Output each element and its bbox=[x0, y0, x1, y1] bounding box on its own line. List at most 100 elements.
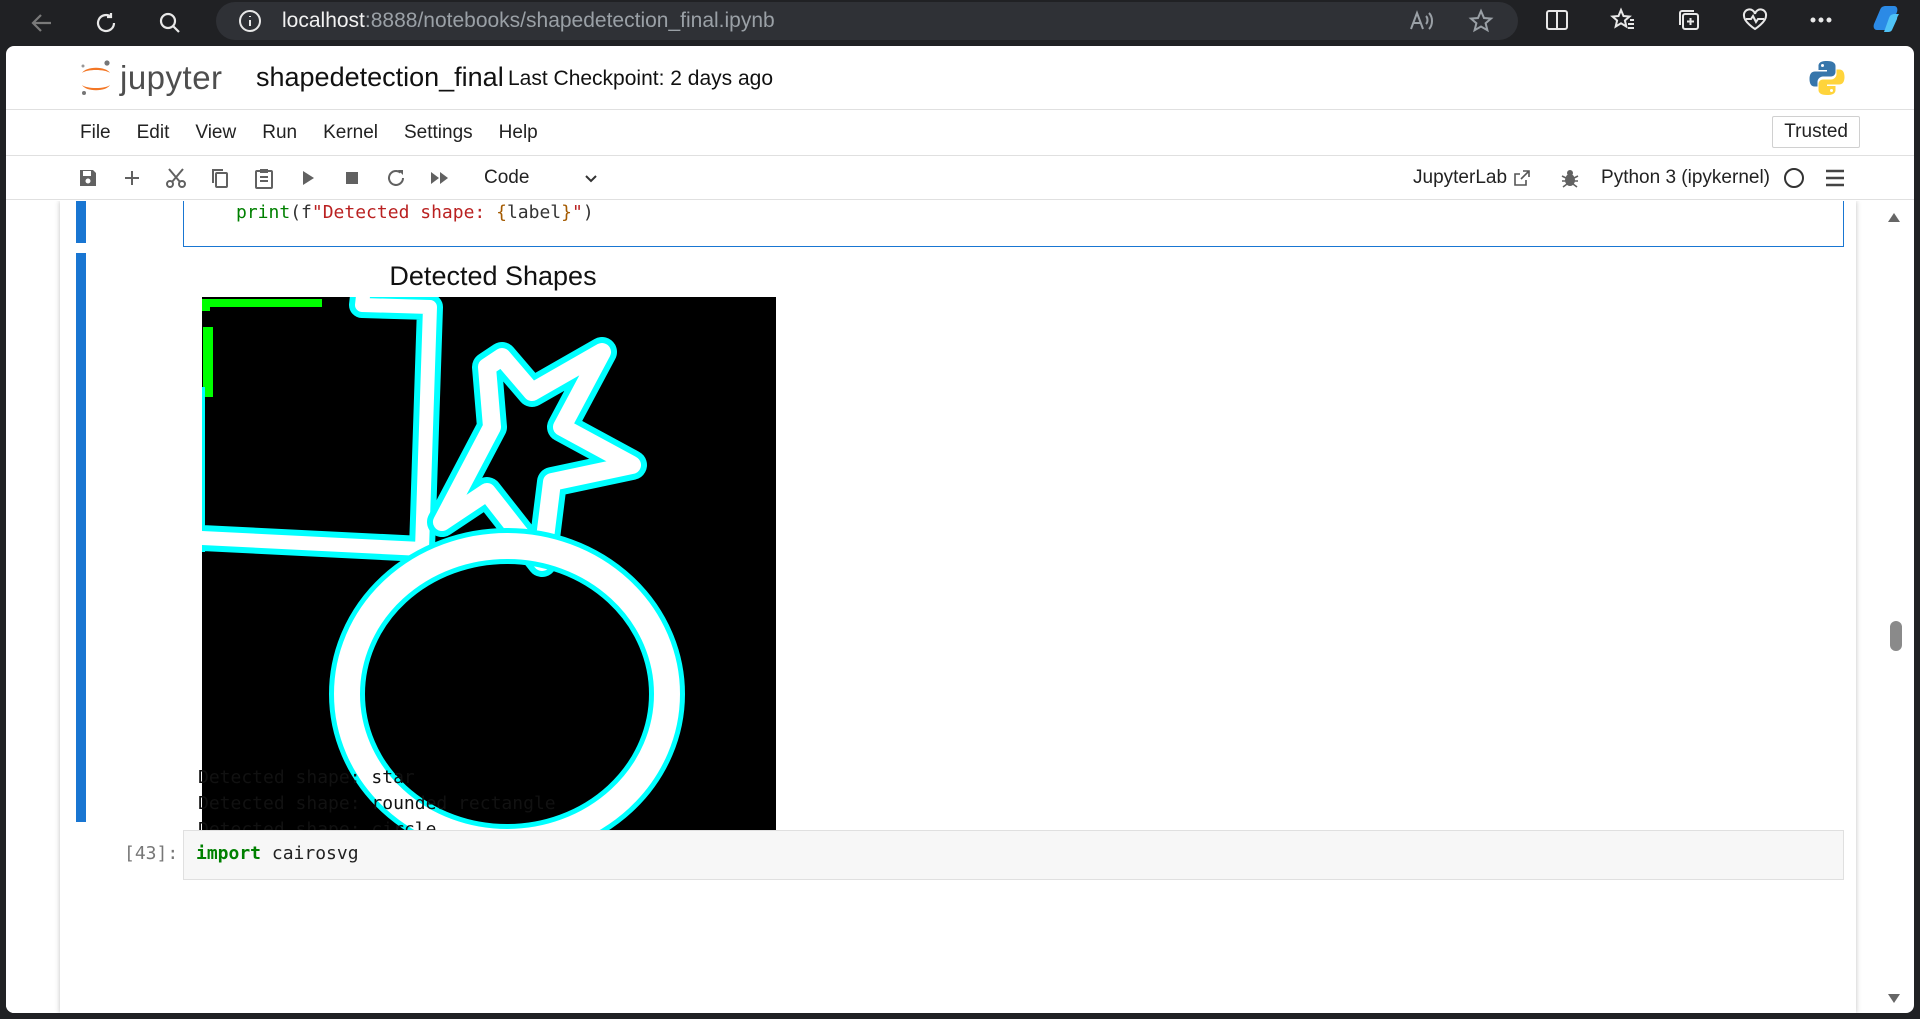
code-editor[interactable]: import cairosvg bbox=[183, 830, 1844, 880]
code-token: ( bbox=[290, 202, 302, 223]
cell-type-value: Code bbox=[484, 166, 530, 188]
stop-icon bbox=[346, 171, 358, 184]
jupyter-logo-icon bbox=[81, 60, 110, 95]
jupyter-logo[interactable]: jupyter bbox=[78, 56, 248, 100]
output-collapser[interactable] bbox=[76, 253, 86, 822]
code-token: "Detected shape: bbox=[311, 202, 497, 223]
browser-toolbar: localhost:8888/notebooks/shapedetection_… bbox=[0, 0, 1920, 46]
notebook-toolbar: Code JupyterLab Python 3 (ipykernel) bbox=[6, 156, 1914, 200]
input-collapser[interactable] bbox=[76, 201, 86, 243]
collections-button[interactable] bbox=[1656, 0, 1722, 40]
more-options-button[interactable] bbox=[1788, 0, 1854, 40]
search-button[interactable] bbox=[148, 3, 192, 43]
save-button[interactable] bbox=[66, 158, 110, 198]
url-path: :8888/notebooks/shapedetection_final.ipy… bbox=[364, 9, 775, 32]
favorites-icon bbox=[1610, 7, 1634, 29]
favorites-button[interactable] bbox=[1590, 0, 1656, 40]
search-icon bbox=[159, 12, 180, 33]
execution-count: [43]: bbox=[124, 843, 179, 864]
jupyterlab-label: JupyterLab bbox=[1413, 167, 1508, 188]
read-aloud-icon[interactable] bbox=[1408, 8, 1434, 34]
jupyter-app: jupyter shapedetection_final Last Checkp… bbox=[6, 46, 1914, 1013]
vertical-scrollbar[interactable] bbox=[1882, 201, 1906, 1013]
code-token: cairosvg bbox=[261, 843, 359, 864]
address-bar[interactable]: localhost:8888/notebooks/shapedetection_… bbox=[216, 2, 1518, 40]
cell-type-select[interactable]: Code bbox=[476, 162, 600, 194]
split-screen-button[interactable] bbox=[1524, 0, 1590, 40]
scissors-icon bbox=[166, 167, 186, 188]
chevron-down-icon bbox=[585, 174, 597, 182]
last-checkpoint: Last Checkpoint: 2 days ago bbox=[508, 67, 774, 90]
code-token: f bbox=[301, 202, 312, 223]
browser-actions bbox=[1524, 0, 1920, 40]
output-line: Detected shape: star bbox=[198, 767, 415, 788]
menu-kernel[interactable]: Kernel bbox=[310, 122, 391, 144]
code-token: print bbox=[236, 202, 291, 223]
restart-kernel-button[interactable] bbox=[374, 158, 418, 198]
jupyter-logo-text: jupyter bbox=[120, 59, 223, 96]
copilot-button[interactable] bbox=[1854, 0, 1920, 40]
code-token: } bbox=[561, 202, 572, 223]
jupyterlab-link[interactable]: JupyterLab bbox=[1413, 167, 1531, 189]
scrollbar-thumb[interactable] bbox=[1890, 621, 1902, 651]
menu-run[interactable]: Run bbox=[249, 122, 310, 144]
save-icon bbox=[80, 169, 96, 186]
favorite-star-icon[interactable] bbox=[1468, 8, 1494, 34]
kernel-name[interactable]: Python 3 (ipykernel) bbox=[1601, 167, 1770, 189]
back-button[interactable] bbox=[20, 3, 64, 43]
copy-cell-button[interactable] bbox=[198, 158, 242, 198]
collections-icon bbox=[1679, 10, 1699, 30]
back-arrow-icon bbox=[31, 14, 51, 32]
debugger-bug-icon[interactable] bbox=[1559, 167, 1581, 189]
refresh-icon bbox=[96, 13, 116, 33]
hamburger-menu-icon[interactable] bbox=[1824, 168, 1846, 188]
code-token: label bbox=[506, 202, 562, 223]
trusted-indicator[interactable]: Trusted bbox=[1772, 116, 1860, 148]
toolbar-right: JupyterLab Python 3 (ipykernel) bbox=[1413, 156, 1846, 200]
cut-cell-button[interactable] bbox=[154, 158, 198, 198]
menu-bar: File Edit View Run Kernel Settings Help … bbox=[6, 110, 1914, 156]
code-token: ) bbox=[582, 202, 594, 223]
menu-help[interactable]: Help bbox=[486, 122, 551, 144]
code-line: import cairosvg bbox=[196, 843, 359, 864]
scroll-up-arrow-icon[interactable] bbox=[1887, 211, 1901, 223]
restart-run-all-button[interactable] bbox=[418, 158, 462, 198]
code-line: print(f"Detected shape: {label}") bbox=[236, 202, 594, 223]
notebook-header: jupyter shapedetection_final Last Checkp… bbox=[6, 46, 1914, 110]
site-info-icon[interactable] bbox=[238, 9, 262, 33]
code-token: " bbox=[571, 202, 583, 223]
menu-file[interactable]: File bbox=[6, 122, 124, 144]
kernel-status-icon bbox=[1784, 168, 1804, 188]
url-host: localhost bbox=[282, 9, 365, 32]
more-dots-icon bbox=[1810, 17, 1832, 23]
copilot-icon bbox=[1873, 6, 1899, 32]
restart-icon bbox=[388, 169, 404, 186]
heart-pulse-icon bbox=[1742, 8, 1768, 31]
menu-settings[interactable]: Settings bbox=[391, 122, 486, 144]
external-link-icon bbox=[1514, 170, 1530, 186]
notebook-title[interactable]: shapedetection_final bbox=[256, 62, 504, 93]
code-token: { bbox=[496, 202, 507, 223]
code-token: import bbox=[196, 843, 262, 864]
plus-icon bbox=[125, 170, 139, 185]
menu-view[interactable]: View bbox=[182, 122, 249, 144]
interrupt-kernel-button[interactable] bbox=[330, 158, 374, 198]
output-line: Detected shape: rounded rectangle bbox=[198, 793, 556, 814]
paste-icon bbox=[255, 168, 273, 189]
insert-cell-button[interactable] bbox=[110, 158, 154, 198]
refresh-button[interactable] bbox=[84, 3, 128, 43]
menu-edit[interactable]: Edit bbox=[124, 122, 183, 144]
address-bar-icons bbox=[1408, 2, 1494, 40]
url-text: localhost:8888/notebooks/shapedetection_… bbox=[282, 9, 775, 33]
fast-forward-icon bbox=[431, 171, 448, 184]
paste-cell-button[interactable] bbox=[242, 158, 286, 198]
scroll-down-arrow-icon[interactable] bbox=[1887, 993, 1901, 1005]
run-cell-button[interactable] bbox=[286, 158, 330, 198]
copy-icon bbox=[212, 168, 228, 188]
code-editor-active[interactable]: print(f"Detected shape: {label}") bbox=[183, 201, 1844, 247]
notebook-area: print(f"Detected shape: {label}") Detect… bbox=[6, 201, 1906, 1013]
python-logo-icon bbox=[1809, 61, 1845, 95]
play-icon bbox=[303, 170, 314, 185]
browser-essentials-button[interactable] bbox=[1722, 0, 1788, 40]
split-screen-icon bbox=[1546, 10, 1568, 30]
